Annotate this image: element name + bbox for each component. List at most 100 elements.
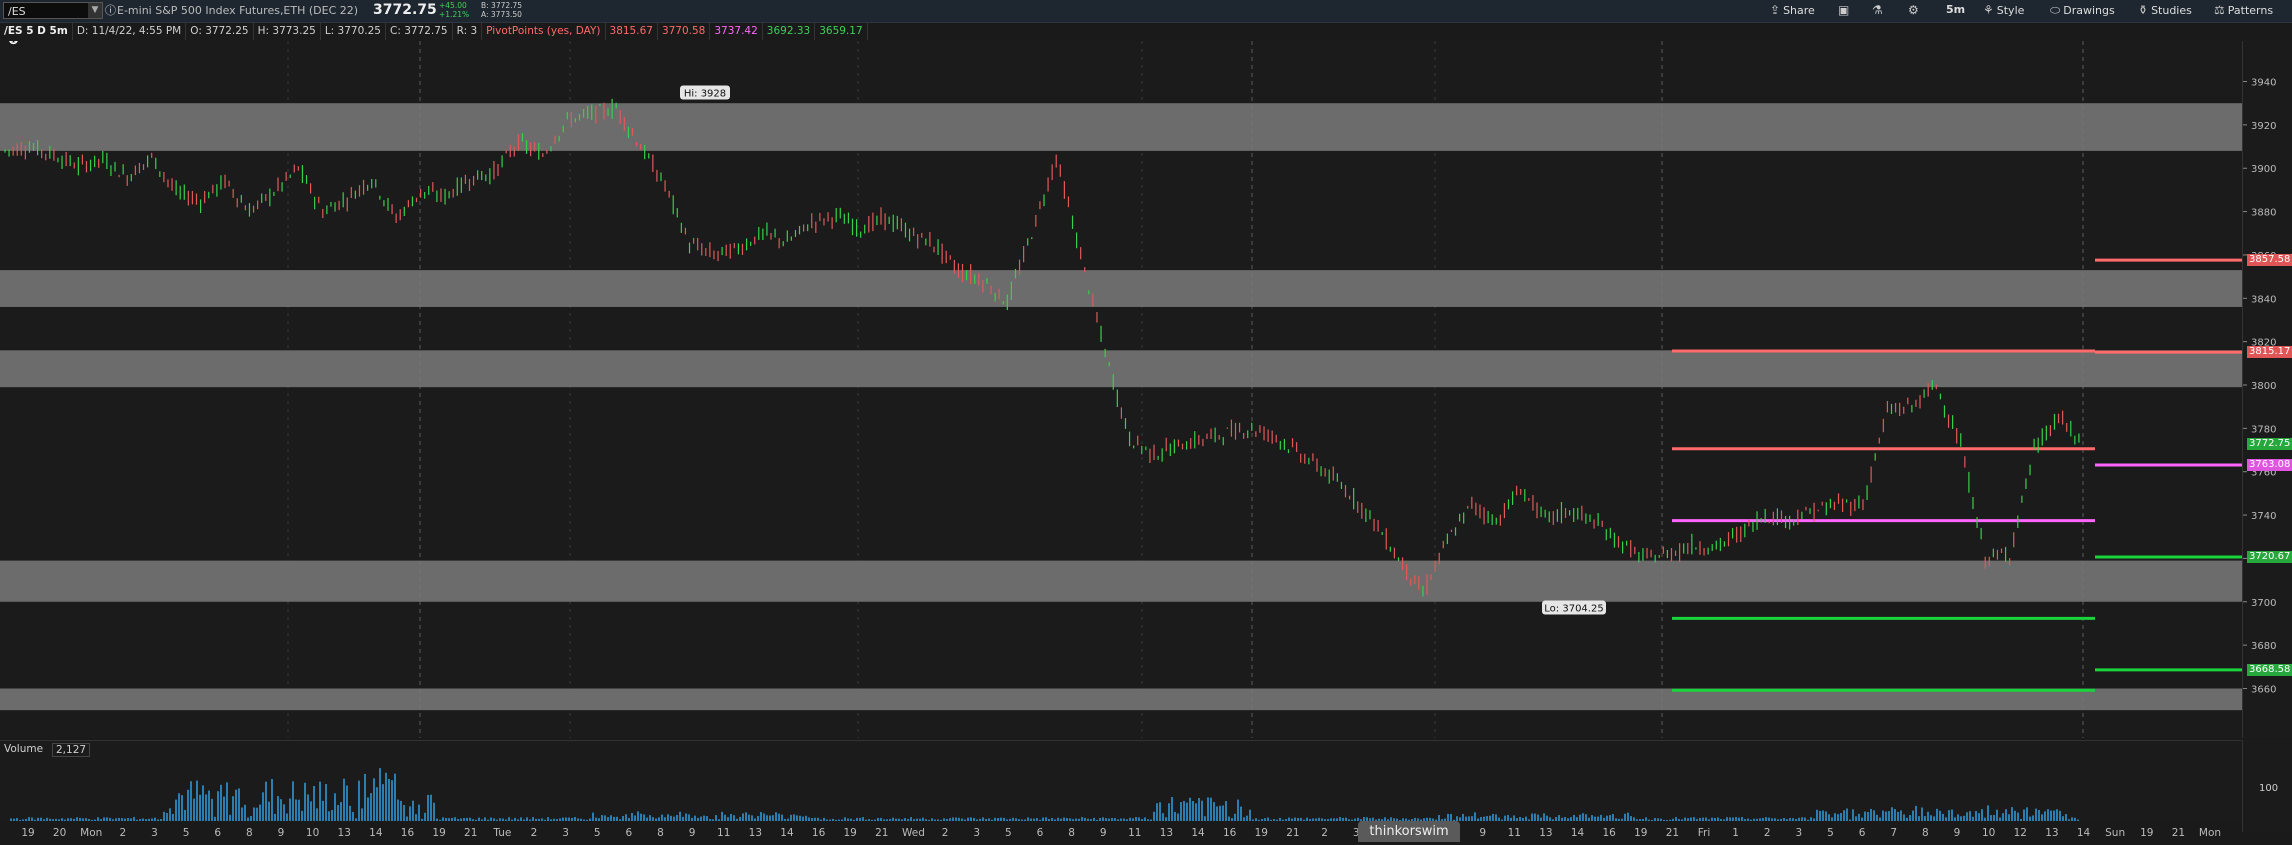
x-tick-label: 9 (1954, 827, 1961, 839)
volume-bar (247, 817, 249, 821)
volume-bar (295, 799, 297, 821)
volume-bar (373, 778, 375, 821)
price-plot-area[interactable]: Hi: 3928 Lo: 3704.25 ❶ (0, 41, 2242, 738)
volume-bar (727, 817, 729, 821)
volume-bar (1966, 812, 1968, 821)
volume-bar (679, 811, 681, 821)
volume-bar (1051, 817, 1053, 821)
y-tick-label: 3900 (2251, 164, 2276, 175)
volume-bar (526, 817, 528, 821)
time-axis[interactable]: 19 20 Mon 2 3 5 6 8 9 10 13 14 16 19 21 Tue 2 3 5 6 8 9 11 13 14… (0, 822, 2242, 842)
volume-bar (868, 819, 870, 821)
volume-bar (79, 817, 81, 821)
volume-bar (649, 815, 651, 821)
volume-bar (1261, 818, 1263, 821)
pivot-study-label[interactable]: PivotPoints (yes, DAY) (482, 23, 606, 40)
volume-bar (1591, 815, 1593, 821)
share-label: Share (1783, 4, 1815, 17)
volume-bar (1933, 816, 1935, 821)
x-tick-label: 2 (1764, 827, 1771, 839)
volume-bar (52, 819, 54, 821)
x-tick-label: 8 (1922, 827, 1929, 839)
volume-bar (502, 818, 504, 821)
settings-button[interactable]: ⚙ (1908, 3, 1922, 17)
pivot-value-s2: 3659.17 (815, 23, 868, 40)
volume-bar (1723, 819, 1725, 821)
volume-bar (1327, 819, 1329, 821)
volume-bar (724, 814, 726, 821)
x-tick-label: 19 (2140, 827, 2153, 839)
volume-pane[interactable]: Volume 2,127 (0, 740, 2242, 833)
volume-bar (1696, 819, 1698, 821)
volume-bar (1498, 817, 1500, 821)
volume-bar (1588, 817, 1590, 821)
volume-bar (211, 798, 213, 821)
volume-bar (1909, 815, 1911, 821)
volume-bar (832, 818, 834, 821)
volume-bar (1987, 805, 1989, 821)
volume-bar (430, 794, 432, 821)
volume-bar (55, 818, 57, 821)
x-tick-label: 14 (2077, 827, 2091, 839)
volume-bar (271, 778, 273, 821)
bid-ask: B: 3772.75 A: 3773.50 (481, 1, 522, 19)
volume-bar (187, 789, 189, 821)
volume-bar (1807, 819, 1809, 821)
volume-bar (1672, 818, 1674, 821)
volume-bar (274, 813, 276, 821)
chevron-down-icon[interactable]: ▼ (88, 3, 102, 18)
volume-bar (667, 814, 669, 821)
drawings-button[interactable]: ⬭ Drawings (2050, 3, 2115, 18)
volume-bar (904, 818, 906, 821)
volume-bar (1555, 816, 1557, 821)
grid-layout-button[interactable]: ▣ (1838, 3, 1852, 17)
price-tag: 3772.75 (2247, 438, 2292, 451)
volume-bar (760, 812, 762, 821)
studies-button[interactable]: ⚱ Studies (2138, 3, 2192, 17)
x-tick-label: 3 (973, 827, 980, 839)
patterns-label: Patterns (2227, 4, 2274, 17)
volume-bar (937, 819, 939, 821)
studies-label: Studies (2151, 4, 2192, 17)
style-button[interactable]: ⚘ Style (1983, 3, 2024, 17)
volume-bar (1963, 815, 1965, 821)
volume-bar (1960, 816, 1962, 821)
volume-bar (1468, 816, 1470, 821)
patterns-button[interactable]: ⚖ Patterns (2214, 3, 2273, 17)
volume-bar (1720, 818, 1722, 821)
timeframe-button[interactable]: 5m (1946, 3, 1965, 16)
flask-button[interactable]: ⚗ (1872, 3, 1886, 17)
volume-bar (865, 819, 867, 821)
volume-bar (1009, 818, 1011, 821)
x-tick-label: 13 (338, 827, 351, 839)
info-icon[interactable]: ⓘ (105, 2, 116, 18)
volume-bar (943, 818, 945, 821)
volume-bar (1078, 818, 1080, 821)
volume-bar (736, 818, 738, 821)
volume-bar (1636, 819, 1638, 821)
x-tick-label: 11 (1128, 827, 1141, 839)
price-axis[interactable]: 3940392039003880386038403820380037803760… (2242, 41, 2292, 738)
volume-bar (703, 815, 705, 821)
style-label: Style (1996, 4, 2025, 17)
volume-bar (919, 818, 921, 821)
volume-bar (661, 814, 663, 821)
volume-bar (2050, 810, 2052, 821)
volume-bar (700, 816, 702, 821)
volume-bar (949, 818, 951, 821)
x-tick-label: 20 (53, 827, 66, 839)
volume-bar (1918, 816, 1920, 821)
volume-bar (64, 819, 66, 821)
x-tick-label: 6 (625, 827, 632, 839)
volume-bar (1072, 819, 1074, 821)
volume-bar (2011, 807, 2013, 821)
volume-bar (496, 819, 498, 821)
y-tick-label: 3700 (2251, 598, 2276, 609)
volume-bar (1342, 817, 1344, 821)
volume-bar (856, 817, 858, 821)
volume-bar (1330, 818, 1332, 821)
share-button[interactable]: ⇪ Share (1770, 3, 1815, 17)
volume-bar (928, 819, 930, 821)
alert-icon[interactable]: ❶ (8, 41, 19, 47)
symbol-selector[interactable]: /ES ▼ (3, 2, 103, 19)
